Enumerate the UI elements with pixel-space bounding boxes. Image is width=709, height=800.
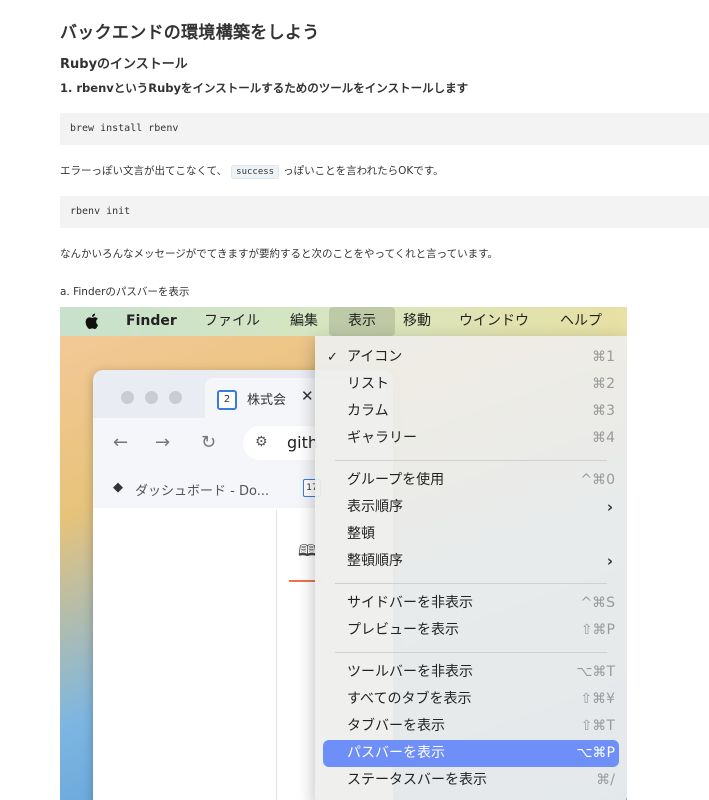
finder-screenshot: 2 株式会 ✕ ← → ↻ ⚙ gith ◆ ダッシュボード - Do... 1… — [60, 307, 627, 800]
menu-item-show-tab-bar[interactable]: タブバーを表示 ⇧⌘T — [315, 713, 627, 740]
paragraph-summary: なんかいろんなメッセージがでてきますが要約すると次のことをやってくれと言っていま… — [60, 248, 499, 260]
menu-separator — [335, 460, 607, 461]
dashboard-icon: ◆ — [113, 480, 123, 495]
menu-item-show-preview[interactable]: プレビューを表示 ⇧⌘P — [315, 617, 627, 644]
menu-item-hide-sidebar[interactable]: サイドバーを非表示 ^⌘S — [315, 590, 627, 617]
menu-item-sort-by[interactable]: 表示順序 › — [315, 494, 627, 521]
step-heading: 1. rbenvというRubyをインストールするためのツールをインストールします — [60, 81, 469, 95]
reload-icon[interactable]: ↻ — [201, 432, 216, 453]
menu-item-label: ステータスバーを表示 — [347, 772, 487, 788]
menubar-app-finder[interactable]: Finder — [126, 307, 177, 336]
inline-code-success: success — [231, 165, 280, 179]
menu-item-label: 表示順序 — [347, 499, 403, 515]
menu-item-show-status-bar[interactable]: ステータスバーを表示 ⌘/ — [315, 767, 627, 794]
menubar-help[interactable]: ヘルプ — [560, 307, 602, 336]
section-heading: Rubyのインストール — [60, 57, 188, 72]
chevron-right-icon: › — [606, 498, 613, 516]
paragraph-text: っぽいことを言われたらOKです。 — [283, 165, 444, 177]
view-menu-dropdown: ✓ アイコン ⌘1 リスト ⌘2 カラム ⌘3 ギャラリー ⌘4 グループを使用… — [315, 336, 627, 800]
menu-separator — [335, 583, 607, 584]
apple-icon[interactable] — [84, 312, 102, 330]
calendar-icon: 2 — [217, 390, 237, 410]
back-icon[interactable]: ← — [113, 432, 128, 453]
menu-item-clean-up[interactable]: 整頓 — [315, 521, 627, 548]
menu-item-shortcut: ⇧⌘T — [580, 718, 615, 734]
menu-item-shortcut: ⌘4 — [592, 430, 615, 446]
paragraph-text: エラーっぽい文言が出てこなくて、 — [60, 165, 228, 177]
minimize-traffic-light[interactable] — [145, 391, 158, 404]
menu-item-label: 整頓順序 — [347, 553, 403, 569]
menu-item-show-path-bar[interactable]: パスバーを表示 ⌥⌘P — [323, 740, 619, 767]
menu-item-label: 整頓 — [347, 526, 375, 542]
article-title: バックエンドの環境構築をしよう — [60, 23, 320, 43]
tab-title: 株式会 — [247, 393, 287, 408]
menu-item-label: グループを使用 — [347, 472, 445, 488]
paragraph-success: エラーっぽい文言が出てこなくて、 success っぽいことを言われたらOKです。 — [60, 163, 444, 179]
mac-menubar: Finder ファイル 編集 表示 移動 ウインドウ ヘルプ — [60, 307, 627, 336]
menu-item-shortcut: ⌥⌘P — [576, 745, 615, 761]
menu-item-column-view[interactable]: カラム ⌘3 — [315, 398, 627, 425]
menubar-view[interactable]: 表示 — [329, 307, 395, 336]
code-block-install: brew install rbenv — [60, 113, 709, 145]
menu-item-shortcut: ^⌘S — [580, 595, 615, 611]
menubar-window[interactable]: ウインドウ — [459, 307, 529, 336]
menu-item-label: カラム — [347, 403, 389, 419]
menubar-file[interactable]: ファイル — [204, 307, 260, 336]
menubar-edit[interactable]: 編集 — [290, 307, 318, 336]
menu-item-label: アイコン — [347, 349, 403, 365]
menu-item-shortcut: ^⌘0 — [580, 472, 615, 488]
menu-item-clean-up-by[interactable]: 整頓順序 › — [315, 548, 627, 575]
step-a-label: a. Finderのパスバーを表示 — [60, 286, 190, 298]
menu-item-label: サイドバーを非表示 — [347, 595, 473, 611]
menu-item-label: ツールバーを非表示 — [347, 664, 473, 680]
bookmark-dashboard[interactable]: ダッシュボード - Do... — [135, 480, 269, 499]
tab-close-icon[interactable]: ✕ — [301, 387, 314, 405]
menu-item-label: すべてのタブを表示 — [347, 691, 472, 707]
menu-item-shortcut: ⌘/ — [596, 772, 615, 788]
menu-item-shortcut: ⌘1 — [592, 349, 615, 365]
menu-item-shortcut: ⇧⌘P — [580, 622, 615, 638]
zoom-traffic-light[interactable] — [169, 391, 182, 404]
menu-item-label: プレビューを表示 — [347, 622, 459, 638]
menu-item-label: パスバーを表示 — [347, 745, 445, 761]
menu-item-shortcut: ⇧⌘¥ — [580, 691, 615, 707]
site-settings-icon[interactable]: ⚙ — [255, 434, 268, 450]
close-traffic-light[interactable] — [121, 391, 134, 404]
chevron-right-icon: › — [606, 552, 613, 570]
menu-item-label: タブバーを表示 — [347, 718, 445, 734]
menu-item-hide-toolbar[interactable]: ツールバーを非表示 ⌥⌘T — [315, 659, 627, 686]
menu-item-label: リスト — [347, 376, 389, 392]
menu-item-shortcut: ⌘2 — [592, 376, 615, 392]
menubar-go[interactable]: 移動 — [403, 307, 431, 336]
menu-item-use-groups[interactable]: グループを使用 ^⌘0 — [315, 467, 627, 494]
menu-item-shortcut: ⌥⌘T — [576, 664, 615, 680]
address-text: gith — [287, 433, 319, 452]
menu-separator — [335, 652, 607, 653]
checkmark-icon: ✓ — [327, 350, 338, 365]
code-block-init: rbenv init — [60, 196, 709, 228]
page-sidebar — [93, 510, 277, 800]
forward-icon[interactable]: → — [155, 432, 170, 453]
menu-item-icon-view[interactable]: ✓ アイコン ⌘1 — [315, 344, 627, 371]
menu-item-gallery-view[interactable]: ギャラリー ⌘4 — [315, 425, 627, 452]
menu-item-label: ギャラリー — [347, 430, 417, 446]
menu-item-show-all-tabs[interactable]: すべてのタブを表示 ⇧⌘¥ — [315, 686, 627, 713]
menu-item-shortcut: ⌘3 — [592, 403, 615, 419]
menu-item-list-view[interactable]: リスト ⌘2 — [315, 371, 627, 398]
